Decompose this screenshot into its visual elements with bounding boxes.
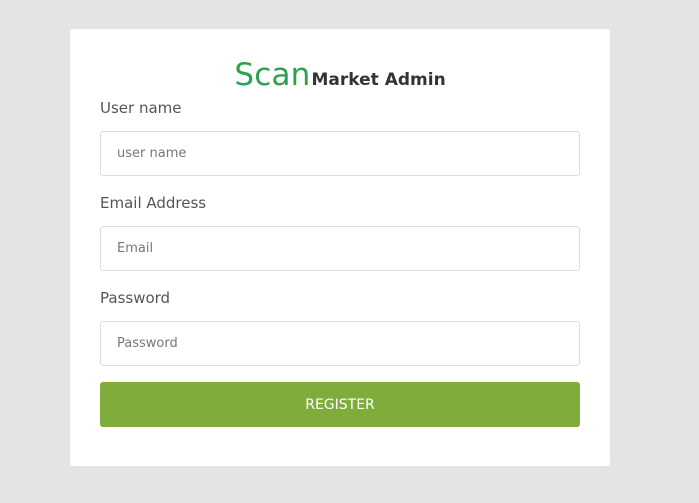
register-card: ScanMarket Admin User name Email Address… <box>70 29 610 466</box>
logo-brand-text: Scan <box>234 57 311 93</box>
username-label: User name <box>100 99 182 117</box>
email-label: Email Address <box>100 194 207 212</box>
register-button[interactable]: REGISTER <box>100 382 580 427</box>
email-input[interactable] <box>100 226 580 271</box>
password-input[interactable] <box>100 321 580 366</box>
app-logo: ScanMarket Admin <box>70 57 610 93</box>
password-label: Password <box>100 289 171 307</box>
username-input[interactable] <box>100 131 580 176</box>
logo-subtitle: Market Admin <box>311 70 446 90</box>
